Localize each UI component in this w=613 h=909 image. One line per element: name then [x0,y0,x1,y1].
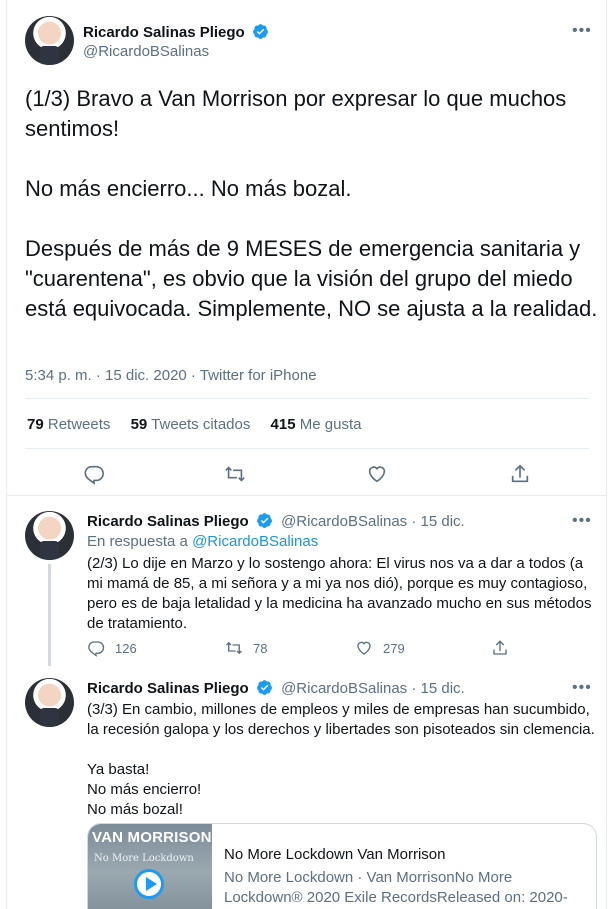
avatar[interactable] [25,678,74,727]
handle-date[interactable]: @RicardoBSalinas · 15 dic. [281,513,465,530]
more-options-icon[interactable]: ••• [572,513,592,529]
like-action[interactable]: 279 [355,639,405,657]
retweet-icon[interactable] [224,463,246,485]
verified-badge-icon [256,513,272,528]
quotes-count: 59 [130,416,148,433]
author-handle[interactable]: @RicardoBSalinas [83,43,209,60]
card-description: No More Lockdown · Van MorrisonNo More L… [224,869,568,906]
share-icon[interactable] [509,463,531,485]
avatar[interactable] [25,511,74,560]
verified-badge-icon [256,680,272,695]
quotes-stat[interactable]: 59 Tweets citados [131,416,251,433]
likes-label: Me gusta [299,416,362,433]
author-name[interactable]: Ricardo Salinas Pliego [87,513,249,530]
share-action[interactable] [491,639,509,657]
card-thumbnail[interactable]: VAN MORRISON No More Lockdown [88,824,212,909]
timeline-frame: Ricardo Salinas Pliego @RicardoBSalinas … [6,0,607,909]
more-options-icon[interactable]: ••• [572,680,592,696]
author-name-row[interactable]: Ricardo Salinas Pliego [83,23,269,41]
retweet-count: 78 [253,640,268,656]
heart-icon[interactable] [366,463,388,485]
thread-line [48,564,51,666]
retweet-icon [226,641,242,655]
reply-header: Ricardo Salinas Pliego @RicardoBSalinas … [87,512,465,530]
reply-actions: 126 78 279 [87,639,567,659]
thumbnail-title: VAN MORRISON [92,829,212,846]
tweet-actions [7,463,606,487]
in-reply-handle-link[interactable]: @RicardoBSalinas [192,533,318,550]
retweets-stat[interactable]: 79 Retweets [27,416,110,433]
more-options-icon[interactable]: ••• [572,23,592,39]
tweet-text: (3/3) En cambio, millones de empleos y m… [87,701,595,818]
verified-badge-icon [252,24,268,39]
in-reply-to: En respuesta a @RicardoBSalinas [87,533,318,550]
quotes-label: Tweets citados [151,416,251,433]
tweet-timestamp[interactable]: 5:34 p. m. · 15 dic. 2020 · Twitter for … [25,367,317,384]
in-reply-prefix: En respuesta a [87,533,188,550]
tweet-text: (2/3) Lo dije en Marzo y lo sostengo aho… [87,555,596,632]
likes-count: 415 [270,416,296,433]
retweets-count: 79 [27,416,44,433]
heart-icon [357,641,371,655]
avatar[interactable] [25,16,74,65]
divider [25,448,589,449]
author-name[interactable]: Ricardo Salinas Pliego [87,680,249,697]
reply-icon[interactable] [83,463,105,485]
tweet-text: (1/3) Bravo a Van Morrison por expresar … [25,86,598,321]
divider [25,398,589,399]
main-tweet[interactable]: Ricardo Salinas Pliego @RicardoBSalinas … [7,0,606,495]
author-name[interactable]: Ricardo Salinas Pliego [83,24,245,41]
reply-header: Ricardo Salinas Pliego @RicardoBSalinas … [87,679,465,697]
reply-action[interactable]: 126 [87,639,137,657]
reply-icon [88,641,105,657]
tweet-stats: 79 Retweets 59 Tweets citados 415 Me gus… [27,416,377,433]
likes-stat[interactable]: 415 Me gusta [271,416,362,433]
thumbnail-subtitle: No More Lockdown [94,853,194,864]
share-icon [493,640,507,655]
reply-count: 126 [115,640,137,656]
reply-tweet[interactable]: Ricardo Salinas Pliego @RicardoBSalinas … [7,496,606,666]
retweets-label: Retweets [47,416,111,433]
play-icon[interactable] [134,869,164,899]
card-title: No More Lockdown Van Morrison [224,846,446,863]
link-card[interactable]: VAN MORRISON No More Lockdown No More Lo… [87,823,597,909]
handle-date[interactable]: @RicardoBSalinas · 15 dic. [281,680,465,697]
like-count: 279 [383,640,405,656]
retweet-action[interactable]: 78 [225,639,267,657]
